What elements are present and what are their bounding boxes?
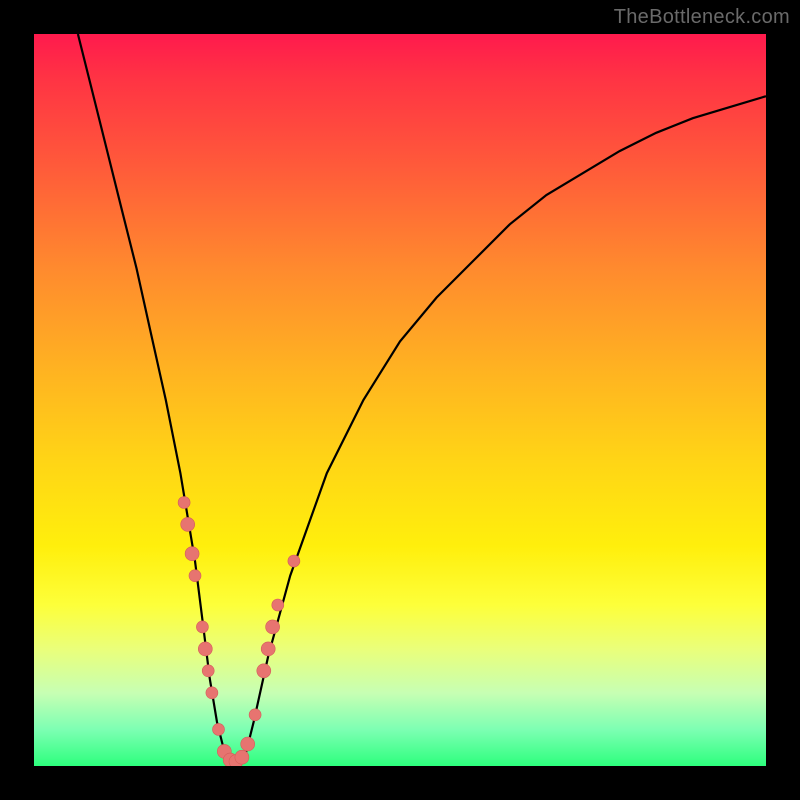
data-point xyxy=(202,665,214,677)
data-point xyxy=(241,737,255,751)
data-point xyxy=(288,555,300,567)
data-point xyxy=(198,642,212,656)
data-point xyxy=(185,547,199,561)
data-point xyxy=(189,570,201,582)
data-point xyxy=(235,750,249,764)
chart-svg xyxy=(34,34,766,766)
data-point xyxy=(266,620,280,634)
data-point xyxy=(196,621,208,633)
bottleneck-curve xyxy=(78,34,766,766)
data-point xyxy=(213,723,225,735)
plot-area xyxy=(34,34,766,766)
data-point xyxy=(272,599,284,611)
data-point xyxy=(261,642,275,656)
data-point xyxy=(257,664,271,678)
data-point xyxy=(206,687,218,699)
data-point xyxy=(249,709,261,721)
data-point xyxy=(178,497,190,509)
watermark-text: TheBottleneck.com xyxy=(614,6,790,29)
outer-frame: TheBottleneck.com xyxy=(0,0,800,800)
data-point xyxy=(181,517,195,531)
data-points xyxy=(178,497,300,767)
